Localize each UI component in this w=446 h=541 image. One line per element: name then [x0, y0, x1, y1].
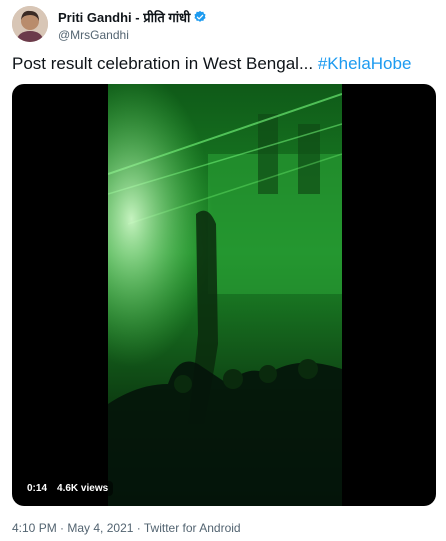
avatar[interactable]: [12, 6, 48, 42]
footer-separator: ·: [133, 521, 144, 535]
hashtag-link[interactable]: #KhelaHobe: [318, 54, 412, 73]
video-view-count: 4.6K views: [57, 483, 109, 494]
name-row: Priti Gandhi - प्रीति गांधी: [58, 8, 207, 25]
footer-separator: ·: [56, 521, 68, 535]
video-player[interactable]: 0:14 4.6K views: [12, 84, 436, 506]
tweet-text: Post result celebration in West Bengal..…: [12, 54, 411, 74]
video-thumbnail: [108, 84, 342, 506]
tweet-footer: 4:10 PM · May 4, 2021 · Twitter for Andr…: [12, 521, 241, 535]
author-block: Priti Gandhi - प्रीति गांधी @MrsGandhi: [58, 8, 207, 42]
tweet-date[interactable]: May 4, 2021: [67, 521, 133, 535]
tweet-source[interactable]: Twitter for Android: [144, 521, 241, 535]
tweet-body-text: Post result celebration in West Bengal..…: [12, 54, 318, 73]
video-timestamp: 0:14: [27, 483, 48, 494]
video-frame[interactable]: [108, 84, 342, 506]
avatar-image: [12, 6, 48, 42]
verified-badge-icon: [193, 10, 207, 24]
author-handle[interactable]: @MrsGandhi: [58, 28, 207, 42]
tweet-header: Priti Gandhi - प्रीति गांधी @MrsGandhi: [12, 6, 432, 46]
tweet-time[interactable]: 4:10 PM: [12, 521, 57, 535]
tweet-card: Priti Gandhi - प्रीति गांधी @MrsGandhi P…: [0, 0, 446, 541]
author-display-name[interactable]: Priti Gandhi - प्रीति गांधी: [58, 8, 190, 26]
video-stats-overlay: 0:14 4.6K views: [22, 481, 114, 496]
